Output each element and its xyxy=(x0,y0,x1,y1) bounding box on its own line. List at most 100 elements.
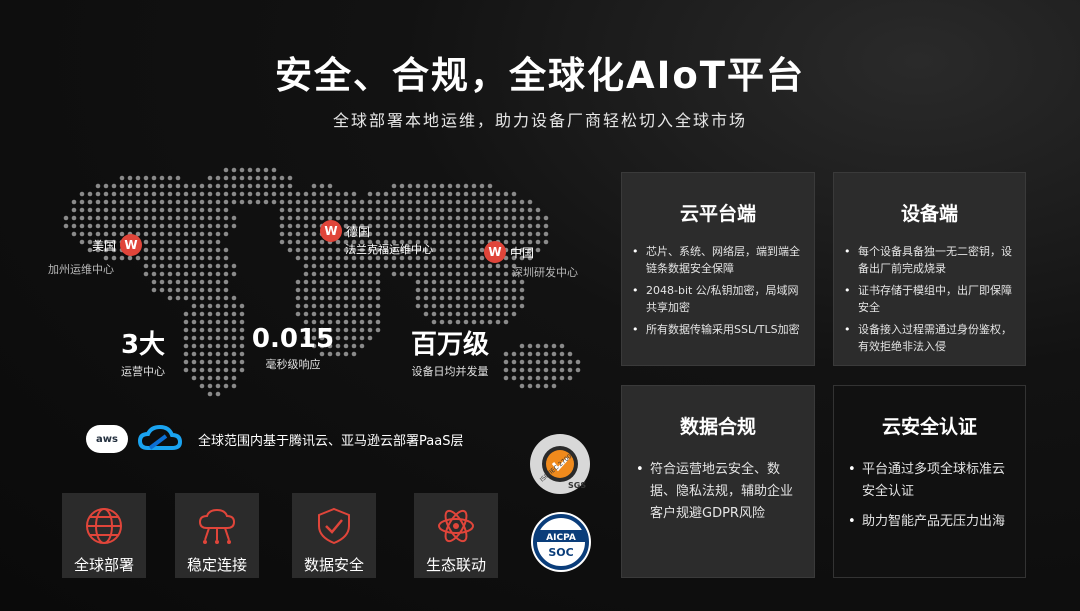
map-dot xyxy=(231,183,237,189)
map-dot xyxy=(527,199,533,205)
map-dot xyxy=(167,207,173,213)
map-dot xyxy=(327,191,333,197)
map-dot xyxy=(375,287,381,293)
map-dot xyxy=(215,303,221,309)
map-dot xyxy=(367,287,373,293)
map-dot xyxy=(471,247,477,253)
map-dot xyxy=(367,311,373,317)
map-dot xyxy=(215,175,221,181)
map-dot xyxy=(119,223,125,229)
map-dot xyxy=(319,183,325,189)
map-dot xyxy=(455,223,461,229)
map-dot xyxy=(207,279,213,285)
map-dot xyxy=(375,191,381,197)
map-dot xyxy=(423,231,429,237)
map-pin-china: W 中国 xyxy=(484,241,534,263)
map-dot xyxy=(143,199,149,205)
map-dot xyxy=(199,327,205,333)
map-dot xyxy=(191,207,197,213)
map-dot xyxy=(519,375,525,381)
map-dot xyxy=(359,303,365,309)
map-dot xyxy=(175,271,181,277)
map-dot xyxy=(215,391,221,397)
feature-label: 数据安全 xyxy=(303,556,364,574)
map-dot xyxy=(207,295,213,301)
map-dot xyxy=(527,383,533,389)
map-dot xyxy=(183,215,189,221)
map-dot xyxy=(183,247,189,253)
map-pin-usa: 美国 W xyxy=(92,234,143,256)
map-dot xyxy=(495,287,501,293)
cloud-deploy-text: 全球范围内基于腾讯云、亚马逊云部署PaaS层 xyxy=(198,433,464,449)
map-dot xyxy=(463,207,469,213)
map-dot xyxy=(471,295,477,301)
map-dot xyxy=(215,207,221,213)
map-dot xyxy=(143,239,149,245)
map-dot xyxy=(175,175,181,181)
map-dot xyxy=(135,199,141,205)
map-dot xyxy=(191,279,197,285)
map-dot xyxy=(199,247,205,253)
map-dot xyxy=(487,287,493,293)
map-dot xyxy=(367,199,373,205)
map-dot xyxy=(471,215,477,221)
map-dot xyxy=(463,271,469,277)
map-dot xyxy=(151,239,157,245)
map-dot xyxy=(439,247,445,253)
map-dot xyxy=(511,207,517,213)
map-dot xyxy=(423,199,429,205)
map-dot xyxy=(487,279,493,285)
map-dot xyxy=(63,223,69,229)
map-dot xyxy=(151,279,157,285)
feature-data-security: 数据安全 xyxy=(292,493,376,578)
map-dot xyxy=(311,247,317,253)
map-dot xyxy=(503,303,509,309)
map-dot xyxy=(447,183,453,189)
map-dot xyxy=(231,167,237,173)
map-dot xyxy=(319,207,325,213)
map-dot xyxy=(175,223,181,229)
map-dot xyxy=(199,295,205,301)
map-dot xyxy=(543,367,549,373)
list-item: 芯片、系统、网络层，端到端全链条数据安全保障 xyxy=(632,243,804,277)
map-dot xyxy=(495,303,501,309)
map-dot xyxy=(159,207,165,213)
map-dot xyxy=(79,239,85,245)
map-dot xyxy=(231,295,237,301)
map-dot xyxy=(359,287,365,293)
map-dot xyxy=(223,223,229,229)
map-dot xyxy=(103,207,109,213)
map-dot xyxy=(103,223,109,229)
map-dot xyxy=(335,295,341,301)
map-dot xyxy=(199,263,205,269)
map-dot xyxy=(71,207,77,213)
stat-value: 百万级 xyxy=(410,330,489,360)
map-dot xyxy=(423,303,429,309)
map-dot xyxy=(119,191,125,197)
cloud-providers-row: aws 全球范围内基于腾讯云、亚马逊云部署PaaS层 xyxy=(86,424,463,454)
map-dot xyxy=(303,207,309,213)
map-dot xyxy=(471,191,477,197)
map-dot xyxy=(199,375,205,381)
map-dot xyxy=(439,207,445,213)
map-dot xyxy=(407,231,413,237)
map-dot xyxy=(367,271,373,277)
map-dot xyxy=(135,183,141,189)
map-dot xyxy=(447,247,453,253)
map-dot xyxy=(503,279,509,285)
map-dot xyxy=(255,191,261,197)
map-dot xyxy=(415,271,421,277)
map-dot xyxy=(471,263,477,269)
map-dot xyxy=(391,207,397,213)
map-dot xyxy=(295,311,301,317)
map-dot xyxy=(231,327,237,333)
map-dot xyxy=(183,359,189,365)
map-dot xyxy=(335,207,341,213)
map-dot xyxy=(511,303,517,309)
map-dot xyxy=(175,191,181,197)
map-dot xyxy=(287,215,293,221)
list-item: 平台通过多项全球标准云安全认证 xyxy=(848,459,1013,503)
map-dot xyxy=(167,255,173,261)
map-dot xyxy=(231,199,237,205)
map-dot xyxy=(159,223,165,229)
